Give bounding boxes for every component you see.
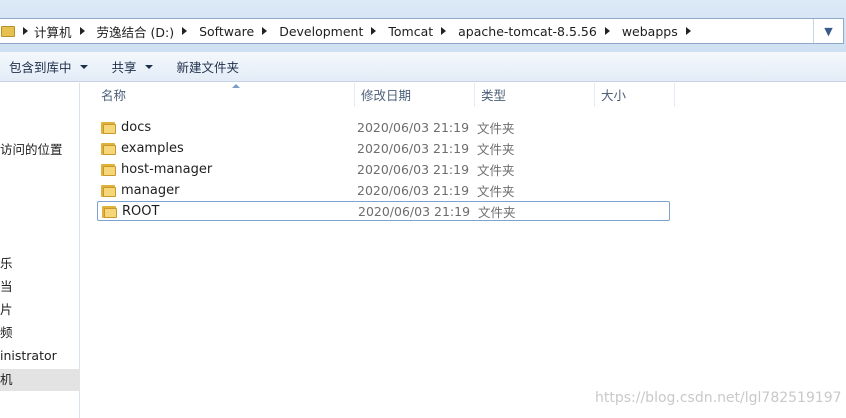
chevron-right-icon[interactable] bbox=[79, 27, 85, 35]
list-item[interactable]: examples 2020/06/03 21:19 文件夹 bbox=[97, 138, 670, 158]
address-bar[interactable]: 计算机 劳逸结合 (D:) Software Development Tomca… bbox=[0, 18, 844, 44]
folder-icon bbox=[101, 141, 117, 155]
chevron-down-icon: ▼ bbox=[824, 24, 833, 38]
chevron-right-icon[interactable] bbox=[182, 27, 188, 35]
sort-ascending-icon bbox=[232, 84, 240, 88]
column-header-modified[interactable]: 修改日期 bbox=[355, 83, 475, 107]
nav-item-computer[interactable]: 机 bbox=[0, 369, 80, 391]
address-bar-area: 计算机 劳逸结合 (D:) Software Development Tomca… bbox=[0, 0, 846, 52]
item-name: docs bbox=[121, 119, 152, 135]
button-label: 新建文件夹 bbox=[176, 60, 240, 75]
breadcrumb-webapps[interactable]: webapps bbox=[616, 19, 697, 43]
folder-icon bbox=[101, 120, 117, 134]
chevron-right-icon[interactable] bbox=[371, 27, 377, 35]
nav-item-pictures[interactable]: 片 bbox=[0, 299, 80, 321]
column-header-name[interactable]: 名称 bbox=[95, 83, 355, 107]
item-modified: 2020/06/03 21:19 bbox=[357, 119, 470, 135]
crumb-label: Tomcat bbox=[388, 23, 434, 39]
item-name: manager bbox=[121, 182, 180, 198]
nav-item-label: 频 bbox=[0, 325, 13, 340]
item-modified: 2020/06/03 21:19 bbox=[358, 203, 471, 219]
address-dropdown-button[interactable]: ▼ bbox=[813, 19, 843, 43]
header-label: 类型 bbox=[481, 88, 507, 103]
file-list: 名称 修改日期 类型 大小 docs 2020/06/03 21:19 文件夹 … bbox=[81, 83, 846, 418]
breadcrumb-computer[interactable]: 计算机 bbox=[28, 19, 91, 43]
chevron-right-icon[interactable] bbox=[685, 27, 691, 35]
list-item[interactable]: ROOT 2020/06/03 21:19 文件夹 bbox=[97, 201, 670, 221]
nav-item-administrator[interactable]: inistrator bbox=[0, 345, 80, 367]
item-name: host-manager bbox=[121, 161, 213, 177]
item-name: ROOT bbox=[122, 203, 160, 219]
nav-item-label: 当 bbox=[0, 279, 13, 294]
item-type: 文件夹 bbox=[477, 120, 515, 136]
item-name: examples bbox=[121, 140, 184, 156]
nav-item-label: 机 bbox=[0, 372, 13, 387]
column-headers: 名称 修改日期 类型 大小 bbox=[81, 83, 681, 107]
header-label: 修改日期 bbox=[361, 88, 412, 103]
nav-item-label: inistrator bbox=[0, 348, 57, 363]
folder-icon bbox=[1, 25, 15, 37]
breadcrumb-apache-tomcat[interactable]: apache-tomcat-8.5.56 bbox=[452, 19, 616, 43]
folder-icon bbox=[101, 183, 117, 197]
crumb-label: apache-tomcat-8.5.56 bbox=[458, 23, 597, 39]
item-modified: 2020/06/03 21:19 bbox=[357, 161, 470, 177]
breadcrumb-development[interactable]: Development bbox=[273, 19, 382, 43]
button-label: 包含到库中 bbox=[9, 60, 72, 75]
breadcrumb-software[interactable]: Software bbox=[193, 19, 273, 43]
item-type: 文件夹 bbox=[477, 141, 515, 157]
column-header-size[interactable]: 大小 bbox=[595, 83, 675, 107]
nav-item-label: 访问的位置 bbox=[0, 142, 63, 157]
crumb-label: 劳逸结合 (D:) bbox=[96, 24, 175, 40]
new-folder-button[interactable]: 新建文件夹 bbox=[168, 55, 249, 79]
crumb-label: Software bbox=[199, 23, 255, 39]
command-bar: 包含到库中 共享 新建文件夹 bbox=[0, 52, 846, 82]
chevron-right-icon[interactable] bbox=[604, 27, 610, 35]
header-spacer bbox=[81, 83, 95, 107]
list-item[interactable]: manager 2020/06/03 21:19 文件夹 bbox=[97, 180, 670, 200]
navigation-pane: 访问的位置 乐 当 片 频 inistrator 机 bbox=[0, 83, 80, 418]
nav-item-label: 片 bbox=[0, 302, 13, 317]
share-button[interactable]: 共享 bbox=[103, 55, 162, 79]
caret-down-icon bbox=[79, 64, 88, 69]
chevron-right-icon[interactable] bbox=[441, 27, 447, 35]
nav-item-videos[interactable]: 频 bbox=[0, 322, 80, 344]
crumb-label: Development bbox=[279, 23, 364, 39]
nav-item-recent-places[interactable]: 访问的位置 bbox=[0, 139, 80, 161]
caret-down-icon bbox=[144, 64, 153, 69]
column-header-type[interactable]: 类型 bbox=[475, 83, 595, 107]
watermark: https://blog.csdn.net/lgl782519197 bbox=[595, 390, 842, 406]
nav-item-label: 乐 bbox=[0, 256, 13, 271]
item-type: 文件夹 bbox=[478, 204, 516, 220]
item-type: 文件夹 bbox=[477, 162, 515, 178]
nav-item-documents[interactable]: 当 bbox=[0, 276, 80, 298]
include-in-library-button[interactable]: 包含到库中 bbox=[0, 55, 97, 79]
folder-icon bbox=[102, 204, 118, 218]
chevron-right-icon[interactable] bbox=[262, 27, 268, 35]
breadcrumb-drive-d[interactable]: 劳逸结合 (D:) bbox=[91, 19, 194, 43]
crumb-label: 计算机 bbox=[34, 24, 72, 40]
folder-icon bbox=[101, 162, 117, 176]
header-label: 名称 bbox=[101, 88, 127, 103]
item-modified: 2020/06/03 21:19 bbox=[357, 182, 470, 198]
breadcrumb-tomcat[interactable]: Tomcat bbox=[382, 19, 452, 43]
list-item[interactable]: host-manager 2020/06/03 21:19 文件夹 bbox=[97, 159, 670, 179]
header-label: 大小 bbox=[601, 88, 627, 103]
item-modified: 2020/06/03 21:19 bbox=[357, 140, 470, 156]
crumb-label: webapps bbox=[621, 23, 678, 39]
item-type: 文件夹 bbox=[477, 183, 515, 199]
list-item[interactable]: docs 2020/06/03 21:19 文件夹 bbox=[97, 117, 670, 137]
button-label: 共享 bbox=[111, 60, 137, 75]
nav-item-music[interactable]: 乐 bbox=[0, 253, 80, 275]
